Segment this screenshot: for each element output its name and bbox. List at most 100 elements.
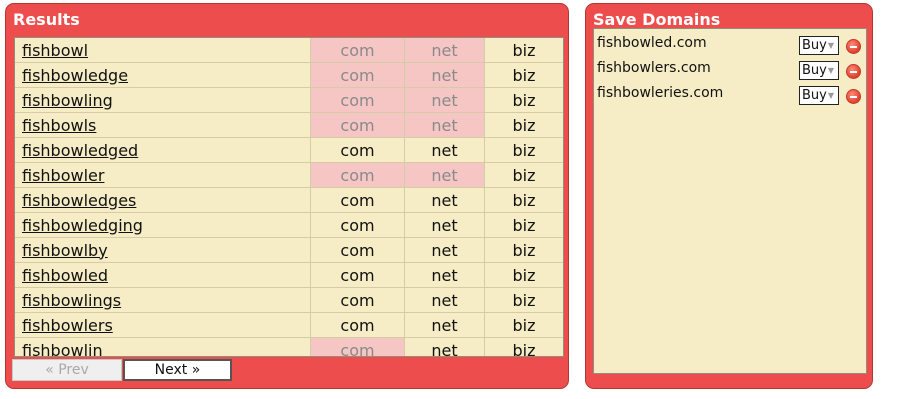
tld-com-cell: com — [311, 338, 405, 356]
tld-biz-cell[interactable]: biz — [485, 163, 563, 187]
domain-name-cell: fishbowledges — [15, 188, 311, 212]
domain-suffix: ers — [88, 315, 113, 335]
buy-button[interactable]: Buy ▼ — [799, 36, 839, 55]
domain-name-link[interactable]: fishbowlers — [22, 316, 113, 335]
domain-name-link[interactable]: fishbowlings — [22, 291, 121, 310]
domain-name-link[interactable]: fishbowledge — [22, 66, 128, 85]
tld-net-cell: net — [405, 163, 485, 187]
table-row: fishbowl com net biz — [15, 38, 563, 63]
next-button[interactable]: Next » — [123, 359, 232, 381]
domain-name-cell: fishbowledging — [15, 213, 311, 237]
table-row: fishbowlings com net biz — [15, 288, 563, 313]
tld-net-cell: net — [405, 63, 485, 87]
tld-com-cell[interactable]: com — [311, 263, 405, 287]
buy-button[interactable]: Buy ▼ — [799, 61, 839, 80]
buy-label: Buy — [802, 38, 827, 53]
table-row: fishbowls com net biz — [15, 113, 563, 138]
buy-label: Buy — [802, 88, 827, 103]
domain-suffix: ings — [88, 290, 122, 310]
saved-domains-list: fishbowled.com Buy ▼ fishbowlers.com Buy ▼ fis… — [594, 29, 866, 108]
saved-domain-name: fishbowleries.com — [597, 85, 724, 101]
table-row: fishbowling com net biz — [15, 88, 563, 113]
tld-biz-cell[interactable]: biz — [485, 238, 563, 262]
dropdown-arrow-icon: ▼ — [827, 91, 835, 100]
domain-name-cell: fishbowl — [15, 38, 311, 62]
save-domains-panel: Save Domains fishbowled.com Buy ▼ fishbowle… — [585, 3, 873, 389]
tld-biz-cell[interactable]: biz — [485, 88, 563, 112]
tld-biz-cell[interactable]: biz — [485, 38, 563, 62]
remove-circle-icon[interactable] — [846, 89, 861, 104]
results-rows: fishbowl com net biz fishbowledge com net biz fi… — [15, 38, 563, 357]
tld-com-cell[interactable]: com — [311, 313, 405, 337]
table-row: fishbowledged com net biz — [15, 138, 563, 163]
buy-label: Buy — [802, 63, 827, 78]
domain-suffix: ed — [88, 265, 109, 285]
minus-icon — [850, 70, 857, 73]
tld-biz-cell[interactable]: biz — [485, 213, 563, 237]
domain-name-link[interactable]: fishbowledges — [22, 191, 136, 210]
domain-base: fishbowl — [22, 190, 89, 210]
tld-com-cell[interactable]: com — [311, 188, 405, 212]
tld-net-cell[interactable]: net — [405, 188, 485, 212]
tld-biz-cell[interactable]: biz — [485, 263, 563, 287]
domain-base: fishbowl — [22, 290, 89, 310]
domain-name-cell: fishbowledge — [15, 63, 311, 87]
table-row: fishbowled com net biz — [15, 263, 563, 288]
tld-biz-cell[interactable]: biz — [485, 313, 563, 337]
tld-biz-cell[interactable]: biz — [485, 63, 563, 87]
tld-net-cell[interactable]: net — [405, 288, 485, 312]
results-title: Results — [13, 10, 80, 29]
tld-com-cell: com — [311, 88, 405, 112]
domain-base: fishbowl — [22, 165, 89, 185]
domain-name-cell: fishbowlers — [15, 313, 311, 337]
saved-domain-item: fishbowled.com Buy ▼ — [594, 33, 866, 58]
tld-com-cell[interactable]: com — [311, 138, 405, 162]
tld-com-cell[interactable]: com — [311, 238, 405, 262]
saved-domains-box: fishbowled.com Buy ▼ fishbowlers.com Buy ▼ fis… — [593, 28, 867, 374]
tld-net-cell[interactable]: net — [405, 338, 485, 356]
tld-biz-cell[interactable]: biz — [485, 188, 563, 212]
tld-com-cell[interactable]: com — [311, 213, 405, 237]
tld-net-cell[interactable]: net — [405, 313, 485, 337]
tld-com-cell: com — [311, 163, 405, 187]
prev-button[interactable]: « Prev — [12, 359, 122, 381]
domain-name-link[interactable]: fishbowl — [22, 41, 88, 60]
tld-net-cell[interactable]: net — [405, 263, 485, 287]
saved-domain-item: fishbowlers.com Buy ▼ — [594, 58, 866, 83]
tld-biz-cell[interactable]: biz — [485, 138, 563, 162]
saved-domain-name: fishbowled.com — [597, 35, 707, 51]
domain-base: fishbowl — [22, 340, 89, 357]
tld-net-cell[interactable]: net — [405, 213, 485, 237]
domain-suffix: er — [88, 165, 105, 185]
domain-suffix: ing — [88, 90, 113, 110]
remove-circle-icon[interactable] — [846, 64, 861, 79]
domain-base: fishbowl — [22, 140, 89, 160]
minus-icon — [850, 95, 857, 98]
tld-biz-cell[interactable]: biz — [485, 113, 563, 137]
tld-net-cell[interactable]: net — [405, 138, 485, 162]
domain-name-link[interactable]: fishbowlby — [22, 241, 108, 260]
domain-base: fishbowl — [22, 265, 89, 285]
domain-name-link[interactable]: fishbowledging — [22, 216, 143, 235]
buy-button[interactable]: Buy ▼ — [799, 86, 839, 105]
domain-suffix: edge — [88, 65, 129, 85]
domain-name-cell: fishbowling — [15, 88, 311, 112]
tld-biz-cell[interactable]: biz — [485, 338, 563, 357]
domain-name-link[interactable]: fishbowlin — [22, 340, 103, 357]
domain-name-link[interactable]: fishbowled — [22, 266, 108, 285]
domain-name-link[interactable]: fishbowling — [22, 91, 113, 110]
domain-name-link[interactable]: fishbowler — [22, 166, 104, 185]
results-panel: Results fishbowl com net biz fishbowledge com… — [5, 3, 569, 389]
domain-base: fishbowl — [22, 40, 89, 60]
domain-name-link[interactable]: fishbowls — [22, 116, 96, 135]
tld-biz-cell[interactable]: biz — [485, 288, 563, 312]
remove-circle-icon[interactable] — [846, 39, 861, 54]
domain-name-cell: fishbowlin — [15, 338, 311, 357]
tld-net-cell[interactable]: net — [405, 238, 485, 262]
domain-name-link[interactable]: fishbowledged — [22, 141, 138, 160]
tld-com-cell[interactable]: com — [311, 288, 405, 312]
domain-base: fishbowl — [22, 215, 89, 235]
table-row: fishbowledge com net biz — [15, 63, 563, 88]
domain-base: fishbowl — [22, 240, 89, 260]
dropdown-arrow-icon: ▼ — [827, 66, 835, 75]
